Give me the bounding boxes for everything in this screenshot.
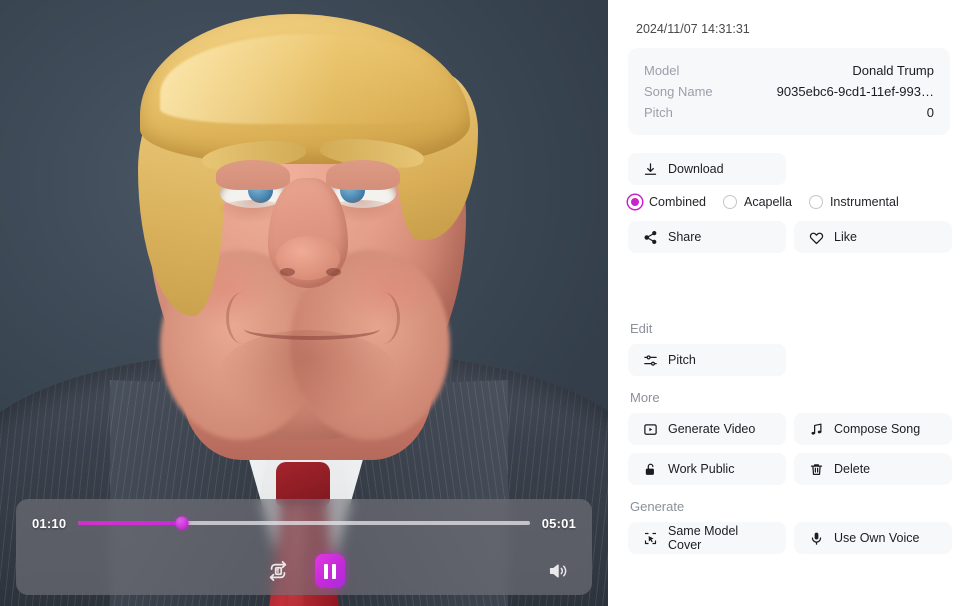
like-button[interactable]: Like xyxy=(794,221,952,253)
radio-instrumental-dot xyxy=(808,195,823,209)
pause-bar-right xyxy=(332,563,336,579)
more-row-2: Work Public Delete xyxy=(628,453,952,485)
music-note-icon xyxy=(808,421,824,437)
character-mouth xyxy=(244,318,380,340)
total-time-label: 05:01 xyxy=(541,515,576,531)
character-eyelid-right xyxy=(326,160,400,190)
video-player-pane[interactable]: 01:10 05:01 xyxy=(0,0,608,606)
current-time-label: 01:10 xyxy=(32,515,67,531)
generate-video-label: Generate Video xyxy=(668,422,756,436)
creation-timestamp: 2024/11/07 14:31:31 xyxy=(636,22,750,36)
microphone-icon xyxy=(808,530,824,546)
share-icon xyxy=(642,229,658,245)
cursor-select-icon xyxy=(642,530,658,546)
download-icon xyxy=(642,161,658,177)
radio-combined-dot xyxy=(628,195,642,209)
sliders-icon xyxy=(642,352,658,368)
character-nostril-right xyxy=(326,268,341,276)
more-row-1: Generate Video Compose Song xyxy=(628,413,952,445)
radio-acapella[interactable]: Acapella xyxy=(722,195,792,209)
download-button[interactable]: Download xyxy=(628,153,786,185)
panel-spacer xyxy=(628,261,950,307)
info-label-model: Model xyxy=(644,63,680,78)
app-root: 01:10 05:01 2024/11/07 14:31:31 Model Do… xyxy=(0,0,970,606)
info-label-pitch: Pitch xyxy=(644,105,673,120)
info-row-pitch: Pitch 0 xyxy=(644,102,934,123)
player-controls-row xyxy=(32,547,576,595)
use-own-voice-button[interactable]: Use Own Voice xyxy=(794,522,952,554)
info-label-song-name: Song Name xyxy=(644,84,713,99)
seek-slider[interactable] xyxy=(78,516,530,530)
character-eyelid-left xyxy=(216,160,290,190)
trash-icon xyxy=(808,461,824,477)
delete-label: Delete xyxy=(834,462,871,476)
media-player-bar: 01:10 05:01 xyxy=(16,499,592,595)
delete-button[interactable]: Delete xyxy=(794,453,952,485)
volume-icon[interactable] xyxy=(544,557,572,585)
seek-progress-fill xyxy=(78,521,183,525)
pitch-button[interactable]: Pitch xyxy=(628,344,786,376)
generate-row: Same Model Cover Use Own Voice xyxy=(628,522,952,554)
same-model-cover-button[interactable]: Same Model Cover xyxy=(628,522,786,554)
radio-acapella-dot xyxy=(722,195,737,209)
info-row-song-name: Song Name 9035ebc6-9cd1-11ef-993… xyxy=(644,81,934,102)
track-type-radio-group: Combined Acapella Instrumental xyxy=(628,195,950,209)
share-label: Share xyxy=(668,230,702,244)
info-value-song-name: 9035ebc6-9cd1-11ef-993… xyxy=(776,84,934,99)
use-own-voice-label: Use Own Voice xyxy=(834,531,920,545)
share-like-row: Share Like xyxy=(628,221,952,253)
info-value-model: Donald Trump xyxy=(852,63,934,78)
compose-song-label: Compose Song xyxy=(834,422,921,436)
repeat-one-icon[interactable] xyxy=(263,556,293,586)
info-row-model: Model Donald Trump xyxy=(644,60,934,81)
radio-acapella-label: Acapella xyxy=(743,195,792,209)
pitch-label: Pitch xyxy=(668,353,696,367)
share-button[interactable]: Share xyxy=(628,221,786,253)
pause-bar-left xyxy=(324,563,328,579)
radio-instrumental[interactable]: Instrumental xyxy=(808,195,899,209)
download-label: Download xyxy=(668,162,724,176)
work-public-button[interactable]: Work Public xyxy=(628,453,786,485)
heart-icon xyxy=(808,229,824,245)
section-title-more: More xyxy=(630,390,660,405)
player-progress-row: 01:10 05:01 xyxy=(32,499,576,547)
details-panel: 2024/11/07 14:31:31 Model Donald Trump S… xyxy=(608,0,970,606)
character-nostril-left xyxy=(280,268,295,276)
unlock-icon xyxy=(642,461,658,477)
generate-video-button[interactable]: Generate Video xyxy=(628,413,786,445)
same-model-cover-label: Same Model Cover xyxy=(668,524,739,552)
radio-combined-label: Combined xyxy=(649,195,706,209)
info-value-pitch: 0 xyxy=(926,105,934,120)
radio-combined[interactable]: Combined xyxy=(628,195,706,209)
seek-thumb[interactable] xyxy=(175,516,189,530)
pause-button[interactable] xyxy=(315,554,345,588)
compose-song-button[interactable]: Compose Song xyxy=(794,413,952,445)
like-label: Like xyxy=(834,230,857,244)
section-title-edit: Edit xyxy=(630,321,653,336)
section-title-generate: Generate xyxy=(630,499,685,514)
work-public-label: Work Public xyxy=(668,462,735,476)
play-box-icon xyxy=(642,421,658,437)
song-info-card: Model Donald Trump Song Name 9035ebc6-9c… xyxy=(628,48,950,135)
radio-instrumental-label: Instrumental xyxy=(829,195,899,209)
